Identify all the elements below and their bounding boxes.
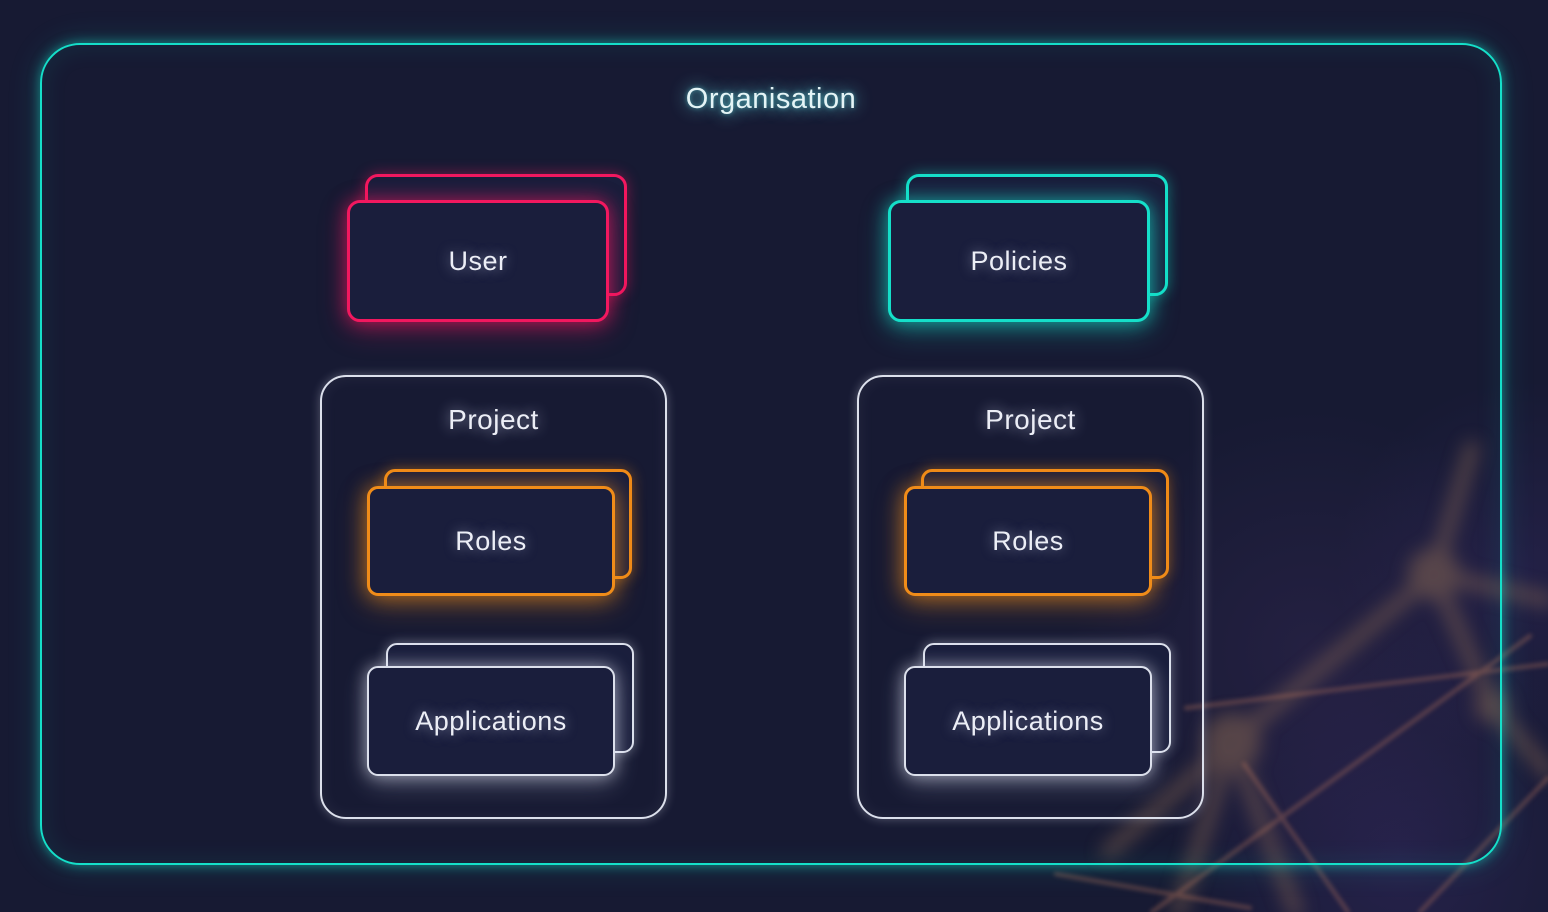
roles-card-label: Roles [455, 526, 527, 557]
roles-card-stack: Roles [367, 469, 633, 599]
applications-card-label: Applications [952, 706, 1104, 737]
applications-card: Applications [367, 666, 615, 776]
policies-card: Policies [888, 200, 1150, 322]
user-card-stack: User [347, 174, 629, 324]
user-card-label: User [448, 246, 507, 277]
roles-card: Roles [367, 486, 615, 596]
organisation-container: Organisation User Policies Project Roles [40, 43, 1502, 865]
policies-card-label: Policies [970, 246, 1067, 277]
roles-card-label: Roles [992, 526, 1064, 557]
user-card: User [347, 200, 609, 322]
organisation-title: Organisation [42, 83, 1500, 116]
policies-card-stack: Policies [888, 174, 1170, 324]
applications-card: Applications [904, 666, 1152, 776]
diagram-canvas: Organisation User Policies Project Roles [0, 0, 1548, 912]
project-title: Project [859, 404, 1202, 436]
project-container-1: Project Roles Applications [320, 375, 667, 819]
applications-card-stack: Applications [904, 643, 1170, 773]
project-container-2: Project Roles Applications [857, 375, 1204, 819]
project-title: Project [322, 404, 665, 436]
applications-card-stack: Applications [367, 643, 633, 773]
roles-card-stack: Roles [904, 469, 1170, 599]
roles-card: Roles [904, 486, 1152, 596]
applications-card-label: Applications [415, 706, 567, 737]
